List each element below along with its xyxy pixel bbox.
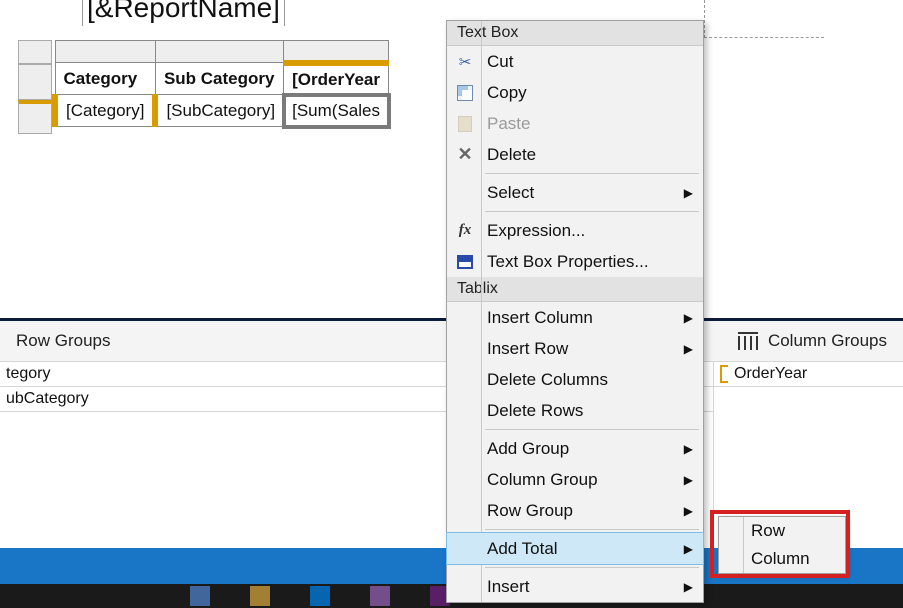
menu-column-group[interactable]: Column Group ▶ — [447, 464, 703, 495]
menu-textbox-properties[interactable]: Text Box Properties... — [447, 246, 703, 277]
menu-copy[interactable]: Copy — [447, 77, 703, 108]
blank-icon — [453, 399, 477, 423]
paste-icon — [453, 112, 477, 136]
chevron-right-icon: ▶ — [684, 473, 693, 487]
tablix-selected-cell[interactable]: [Sum(Sales — [284, 95, 389, 127]
menu-item-label: Insert Column — [487, 308, 684, 328]
menu-item-label: Row — [751, 521, 839, 541]
chevron-right-icon: ▶ — [684, 342, 693, 356]
menu-delete[interactable]: Delete — [447, 139, 703, 170]
blank-icon — [453, 368, 477, 392]
menu-separator — [485, 429, 699, 430]
menu-section-tablix: Tablix — [447, 277, 703, 302]
column-group-item[interactable]: OrderYear — [714, 362, 903, 387]
menu-item-label: Delete Columns — [487, 370, 697, 390]
menu-item-label: Select — [487, 183, 684, 203]
chevron-right-icon: ▶ — [684, 442, 693, 456]
blank-icon — [453, 181, 477, 205]
menu-paste: Paste — [447, 108, 703, 139]
menu-item-label: Insert — [487, 577, 684, 597]
report-title-textbox[interactable]: [&ReportName] — [82, 0, 285, 26]
properties-icon — [453, 250, 477, 274]
menu-separator — [485, 173, 699, 174]
menu-item-label: Expression... — [487, 221, 697, 241]
tablix-col-handle[interactable] — [55, 41, 155, 63]
add-total-submenu[interactable]: Row Column — [718, 516, 846, 574]
menu-add-total[interactable]: Add Total ▶ — [447, 533, 703, 564]
blank-icon — [453, 306, 477, 330]
menu-item-label: Copy — [487, 83, 697, 103]
context-menu[interactable]: Text Box Cut Copy Paste Delete Select ▶ … — [446, 20, 704, 603]
blank-icon — [453, 468, 477, 492]
taskbar-app-icon[interactable] — [190, 586, 210, 606]
menu-delete-rows[interactable]: Delete Rows — [447, 395, 703, 426]
tablix-corner-handle[interactable] — [18, 40, 52, 64]
menu-select[interactable]: Select ▶ — [447, 177, 703, 208]
matrix-icon — [738, 332, 758, 350]
taskbar-app-icon[interactable] — [310, 586, 330, 606]
taskbar-app-icon[interactable] — [250, 586, 270, 606]
tablix-row-handle[interactable] — [18, 64, 52, 100]
tablix-col-handle[interactable] — [155, 41, 283, 63]
tablix-data-cell[interactable]: [SubCategory] — [155, 95, 283, 127]
menu-separator — [485, 529, 699, 530]
chevron-right-icon: ▶ — [684, 504, 693, 518]
fx-icon: fx — [453, 219, 477, 243]
chevron-right-icon: ▶ — [684, 580, 693, 594]
delete-icon — [453, 143, 477, 167]
menu-section-textbox: Text Box — [447, 21, 703, 46]
column-groups-label: Column Groups — [768, 331, 887, 351]
blank-icon — [453, 437, 477, 461]
menu-item-label: Column — [751, 549, 839, 569]
tablix-row-handle[interactable] — [18, 100, 52, 134]
submenu-column[interactable]: Column — [719, 545, 845, 573]
tablix-header-cell[interactable]: Sub Category — [155, 63, 283, 95]
blank-icon — [453, 537, 477, 561]
group-item-label: ubCategory — [6, 390, 89, 408]
blank-icon — [453, 575, 477, 599]
tablix-header-cell[interactable]: [OrderYear — [284, 63, 389, 95]
group-item-label: OrderYear — [734, 365, 807, 383]
copy-icon — [453, 81, 477, 105]
submenu-row[interactable]: Row — [719, 517, 845, 545]
menu-item-label: Text Box Properties... — [487, 252, 697, 272]
menu-insert-column[interactable]: Insert Column ▶ — [447, 302, 703, 333]
menu-row-group[interactable]: Row Group ▶ — [447, 495, 703, 526]
group-item-label: tegory — [6, 365, 50, 383]
chevron-right-icon: ▶ — [684, 542, 693, 556]
menu-item-label: Cut — [487, 52, 697, 72]
menu-insert-row[interactable]: Insert Row ▶ — [447, 333, 703, 364]
menu-item-label: Add Group — [487, 439, 684, 459]
menu-expression[interactable]: fx Expression... — [447, 215, 703, 246]
menu-item-label: Paste — [487, 114, 697, 134]
tablix-header-cell[interactable]: Category — [55, 63, 155, 95]
tablix-data-cell[interactable]: [Category] — [55, 95, 155, 127]
menu-cut[interactable]: Cut — [447, 46, 703, 77]
menu-item-label: Delete — [487, 145, 697, 165]
menu-add-group[interactable]: Add Group ▶ — [447, 433, 703, 464]
blank-icon — [453, 337, 477, 361]
menu-item-label: Row Group — [487, 501, 684, 521]
tablix-col-handle[interactable] — [284, 41, 389, 63]
menu-item-label: Add Total — [487, 539, 684, 559]
menu-item-label: Column Group — [487, 470, 684, 490]
menu-separator — [485, 567, 699, 568]
tablix[interactable]: Category Sub Category [OrderYear [Catego… — [52, 40, 389, 127]
menu-item-label: Insert Row — [487, 339, 684, 359]
menu-item-label: Delete Rows — [487, 401, 697, 421]
row-groups-label: Row Groups — [16, 331, 110, 351]
menu-insert[interactable]: Insert ▶ — [447, 571, 703, 602]
page-boundary — [704, 0, 824, 38]
chevron-right-icon: ▶ — [684, 311, 693, 325]
menu-separator — [485, 211, 699, 212]
chevron-right-icon: ▶ — [684, 186, 693, 200]
blank-icon — [453, 499, 477, 523]
group-bracket-icon — [720, 365, 728, 383]
taskbar-app-icon[interactable] — [370, 586, 390, 606]
cut-icon — [453, 50, 477, 74]
menu-delete-columns[interactable]: Delete Columns — [447, 364, 703, 395]
